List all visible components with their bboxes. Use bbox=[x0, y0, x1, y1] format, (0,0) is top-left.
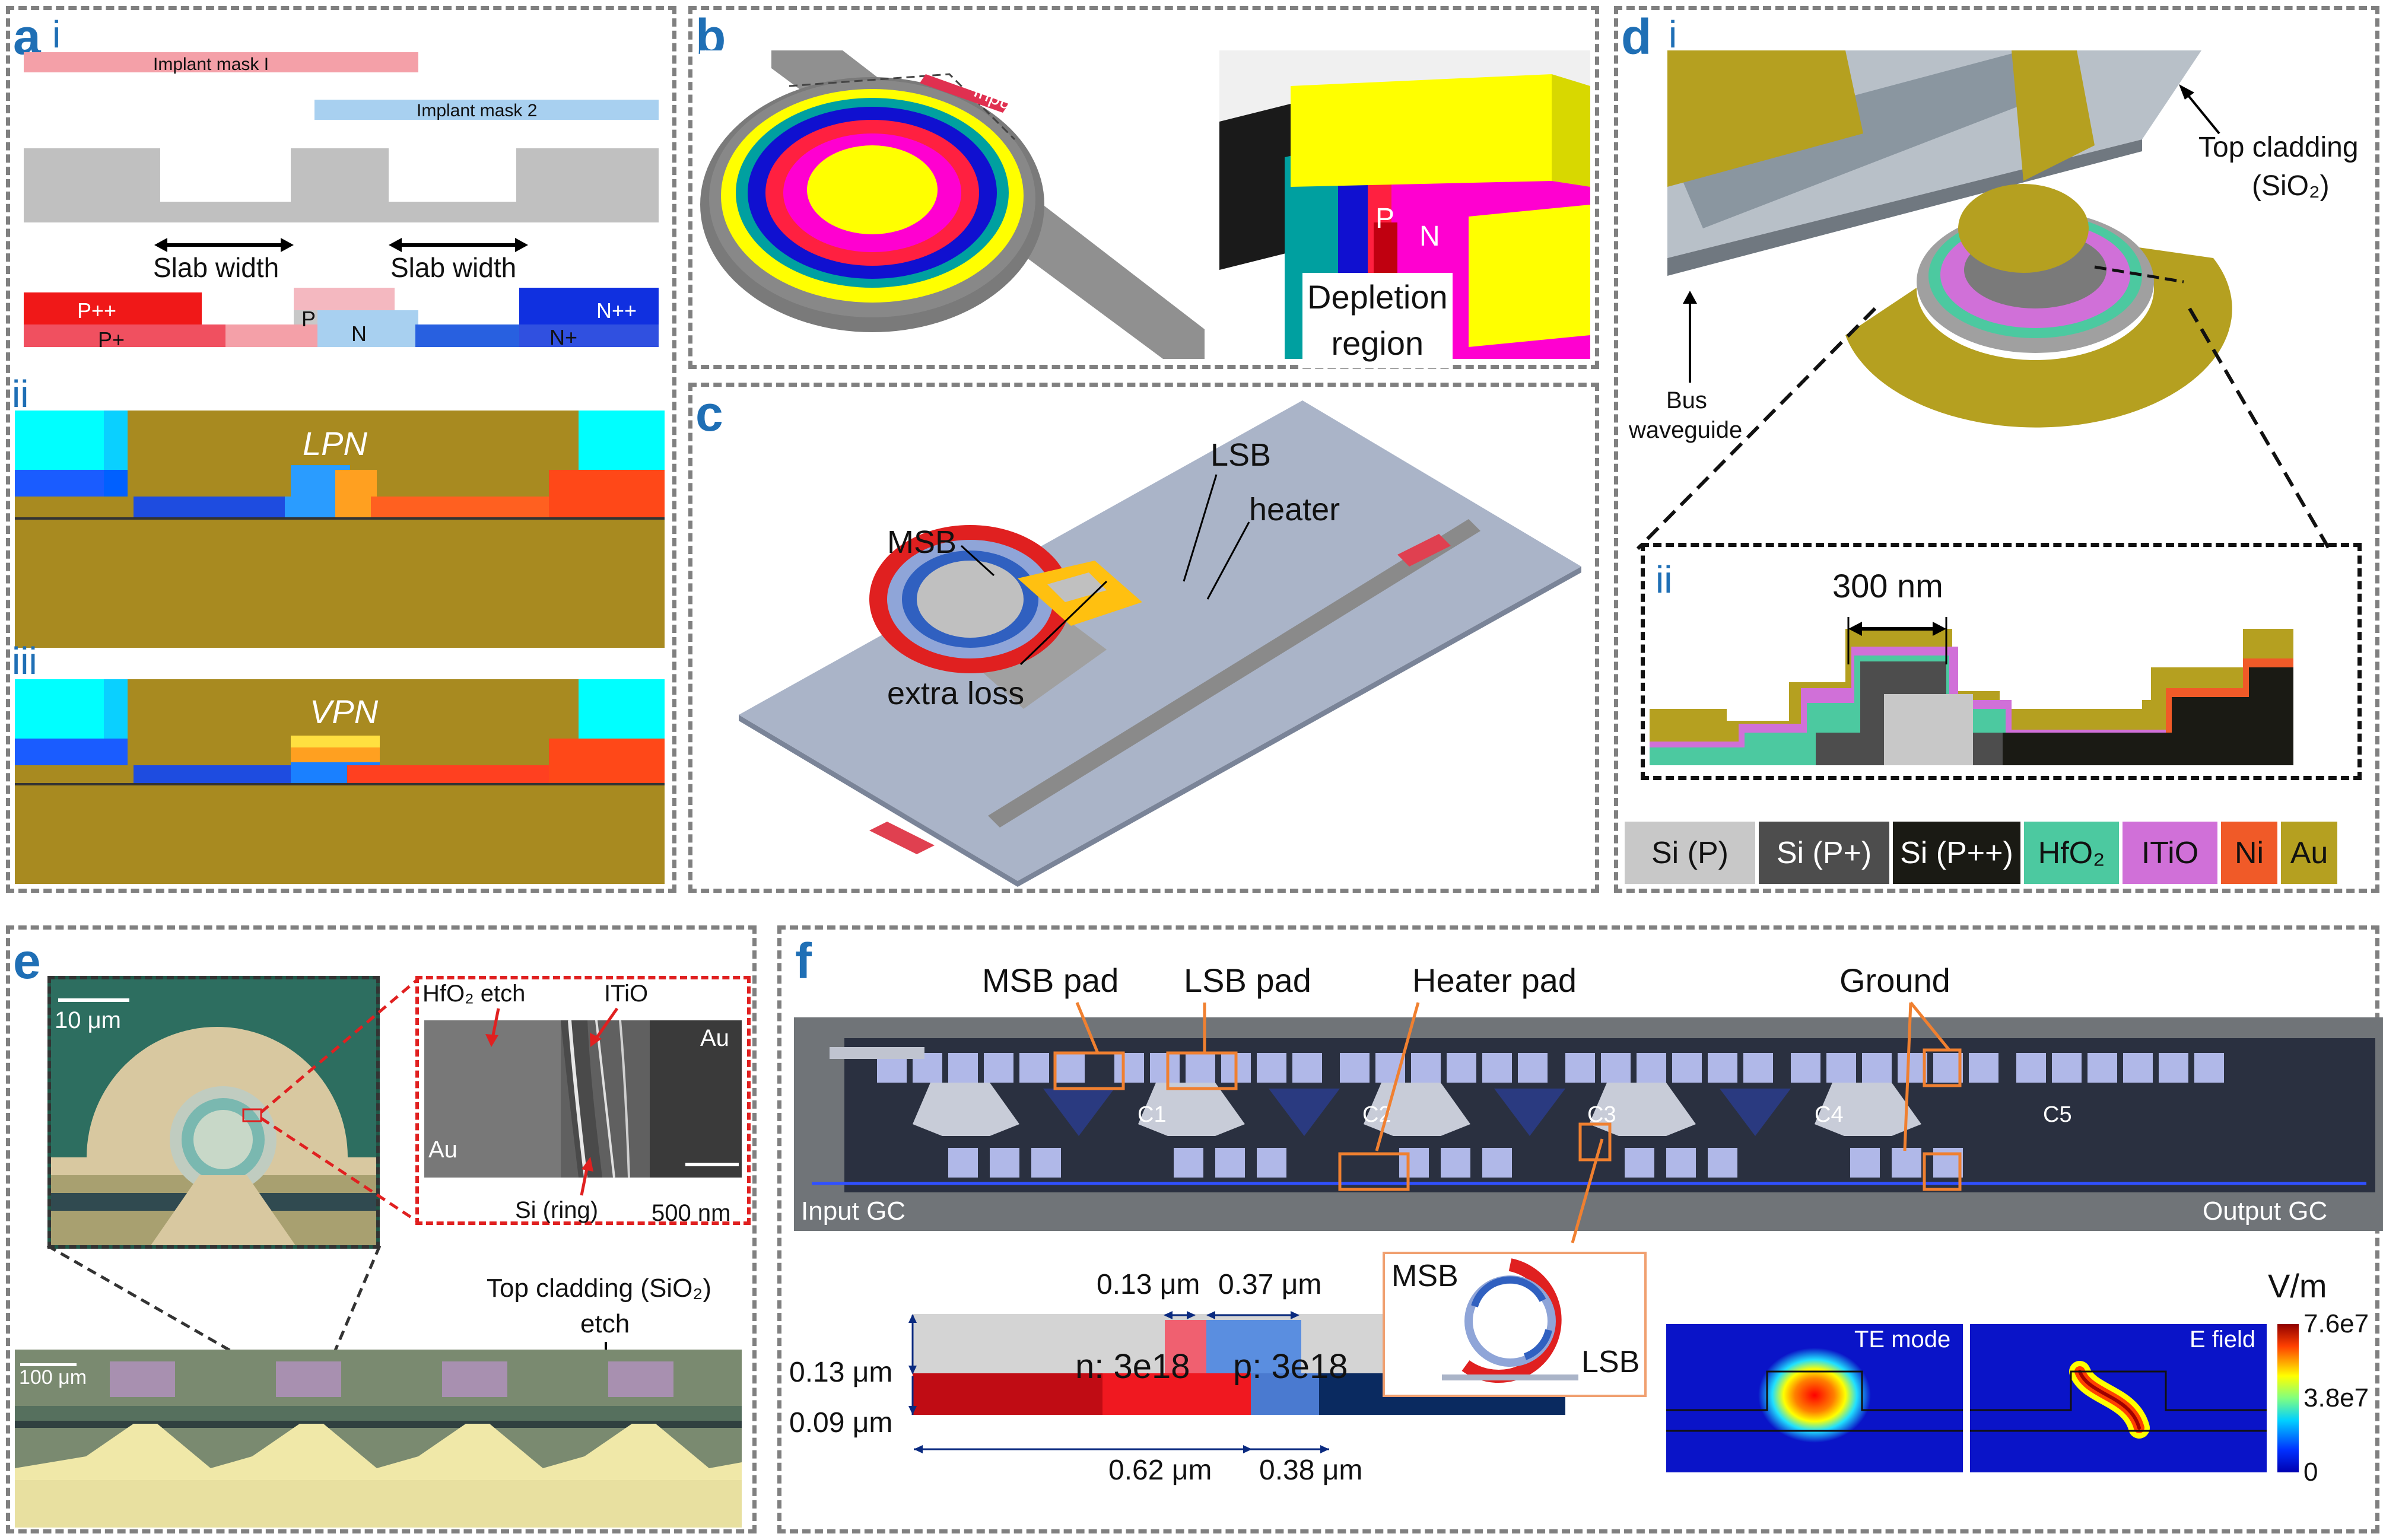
legend-item: Si (P) bbox=[1625, 822, 1755, 884]
top-clad-etch-label-1: Top cladding (SiO₂) bbox=[487, 1274, 712, 1303]
ring-msb-label: MSB bbox=[1391, 1259, 1459, 1293]
panel-d-ii-label: ii bbox=[1656, 558, 1673, 601]
ring-lsb-label: LSB bbox=[1581, 1345, 1640, 1379]
e-field-label: E field bbox=[2190, 1326, 2256, 1353]
label-nnn: N++ bbox=[596, 298, 637, 323]
dim-013-top: 0.13 μm bbox=[1097, 1269, 1200, 1300]
dim-300nm-label: 300 nm bbox=[1832, 567, 1943, 604]
itio-label: ITiO bbox=[604, 981, 649, 1007]
legend-item: Si (P++) bbox=[1893, 822, 2020, 884]
dim-009-height: 0.09 μm bbox=[789, 1407, 893, 1439]
scale-10um-label: 10 μm bbox=[55, 1007, 121, 1033]
panel-e-label: e bbox=[13, 933, 41, 989]
vm-unit-label: V/m bbox=[2268, 1267, 2327, 1304]
label-ppp: P++ bbox=[77, 298, 117, 323]
doping-dim-arrows bbox=[908, 1311, 1329, 1453]
colorbar-mid: 3.8e7 bbox=[2303, 1383, 2369, 1412]
input-gc-label: Input GC bbox=[801, 1197, 906, 1226]
au-label-left: Au bbox=[428, 1137, 457, 1163]
top-cladding-label-1: Top cladding bbox=[2198, 132, 2359, 163]
lsb-pad-label: LSB pad bbox=[1184, 962, 1311, 999]
e-chip-micrograph bbox=[15, 1350, 742, 1528]
panel-a-ii-label: ii bbox=[12, 373, 29, 415]
material-legend: Si (P) Si (P+) Si (P++) HfO₂ ITiO Ni Au bbox=[1625, 822, 2341, 884]
legend-item: HfO₂ bbox=[2024, 822, 2119, 884]
top-cladding-label-2: (SiO₂) bbox=[2252, 170, 2330, 202]
sem-red-arrows bbox=[485, 1007, 619, 1196]
legend-item: Si (P+) bbox=[1759, 822, 1889, 884]
top-cladding-arrow bbox=[2179, 84, 2220, 135]
c-leader-lines bbox=[960, 474, 1250, 666]
label-n: N bbox=[351, 322, 367, 346]
p-region-label: P bbox=[1375, 203, 1395, 234]
ground-label: Ground bbox=[1839, 962, 1950, 999]
d-cross-section bbox=[1650, 629, 2293, 765]
legend-item: Au bbox=[2281, 822, 2337, 884]
heater-pad-label: Heater pad bbox=[1412, 962, 1577, 999]
n-region-label: N bbox=[1419, 221, 1440, 252]
implant-mask-2-label: Implant mask 2 bbox=[417, 101, 538, 120]
slab-cross-section bbox=[24, 148, 659, 222]
c5-label: C5 bbox=[2043, 1102, 2072, 1127]
top-clad-etch-label-2: etch bbox=[580, 1309, 630, 1338]
depletion-label: Depletion region bbox=[1302, 273, 1453, 368]
au-label-right: Au bbox=[700, 1025, 729, 1051]
zoom-dash-lines bbox=[1636, 307, 2331, 551]
slab-width-label-2: Slab width bbox=[390, 252, 517, 283]
hfo2-etch-label: HfO₂ etch bbox=[422, 981, 526, 1007]
legend-item: Ni bbox=[2221, 822, 2277, 884]
vpn-label: VPN bbox=[310, 693, 379, 730]
output-gc-label: Output GC bbox=[2203, 1197, 2328, 1226]
te-mode-label: TE mode bbox=[1854, 1326, 1951, 1353]
msb-pad-label: MSB pad bbox=[982, 962, 1119, 999]
legend-item: ITiO bbox=[2123, 822, 2217, 884]
implant-mask-1-label: Implant mask I bbox=[153, 55, 269, 74]
label-p: P bbox=[301, 307, 316, 331]
scale-100um-label: 100 μm bbox=[19, 1366, 87, 1389]
panel-f-label: f bbox=[795, 933, 812, 989]
dim-013-height: 0.13 μm bbox=[789, 1357, 893, 1388]
ring-pn-render bbox=[700, 50, 1205, 359]
scale-100um-bar bbox=[20, 1363, 77, 1366]
panel-d-label: d bbox=[1621, 9, 1652, 65]
label-nn: N+ bbox=[549, 325, 578, 349]
dim-037-top: 0.37 μm bbox=[1218, 1269, 1322, 1300]
colorbar-max: 7.6e7 bbox=[2303, 1309, 2369, 1338]
label-pp: P+ bbox=[98, 327, 125, 352]
panel-d-i-label: i bbox=[1669, 13, 1677, 56]
lpn-label: LPN bbox=[303, 425, 367, 462]
e-zoom-lines bbox=[242, 978, 420, 1224]
si-ring-label: Si (ring) bbox=[515, 1197, 599, 1223]
ring-schematic bbox=[1442, 1258, 1578, 1383]
pp-9e19-label: p⁺⁺: 9e19 bbox=[1411, 1414, 1500, 1436]
scale-500nm-label: 500 nm bbox=[652, 1200, 731, 1226]
dim-038-bottom: 0.38 μm bbox=[1259, 1455, 1363, 1486]
scale-10um-bar bbox=[58, 998, 129, 1002]
colorbar bbox=[2277, 1324, 2299, 1472]
panel-c-label: c bbox=[695, 386, 723, 441]
pad-leader-lines bbox=[1075, 1001, 1950, 1243]
dim-300nm-arrow bbox=[1847, 617, 1947, 664]
colorbar-min: 0 bbox=[2303, 1458, 2318, 1487]
dim-062-bottom: 0.62 μm bbox=[1108, 1455, 1212, 1486]
panel-a-i-label: i bbox=[52, 13, 61, 56]
slab-width-label-1: Slab width bbox=[153, 252, 279, 283]
panel-a-iii-label: iii bbox=[12, 639, 37, 682]
